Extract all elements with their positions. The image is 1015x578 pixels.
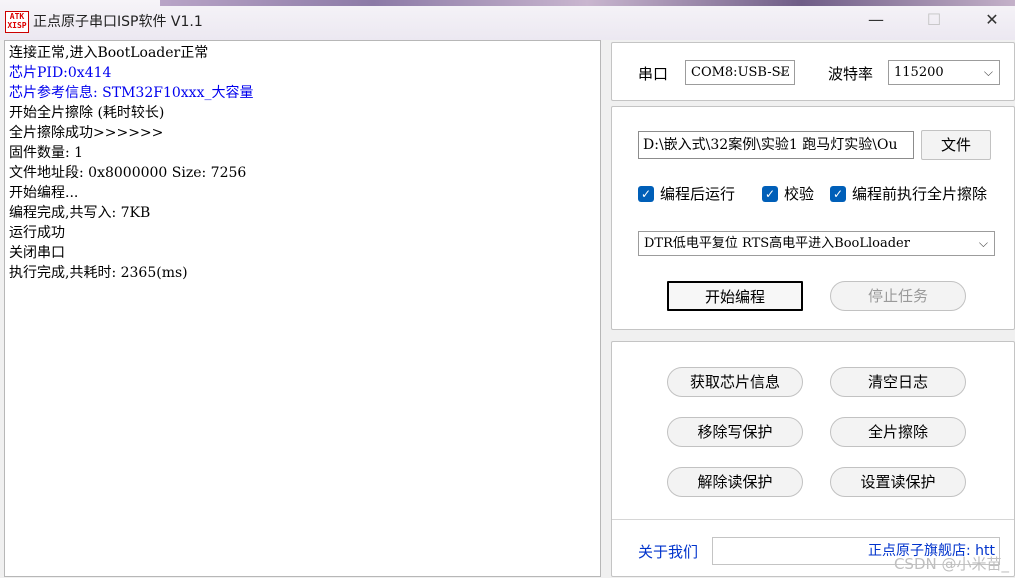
full-erase-button[interactable]: 全片擦除 bbox=[830, 417, 966, 447]
remove-read-protect-button[interactable]: 解除读保护 bbox=[667, 467, 803, 497]
set-read-protect-button[interactable]: 设置读保护 bbox=[830, 467, 966, 497]
baud-select[interactable]: 115200 ⌵ bbox=[888, 60, 1000, 85]
reset-mode-value: DTR低电平复位 RTS高电平进入BooLloader bbox=[644, 236, 910, 251]
chevron-down-icon: ⌵ bbox=[778, 65, 788, 79]
file-button[interactable]: 文件 bbox=[921, 130, 991, 160]
log-output[interactable]: 连接正常,进入BootLoader正常 芯片PID:0x414 芯片参考信息: ST… bbox=[4, 40, 601, 577]
checkmark-icon: ✓ bbox=[830, 185, 846, 202]
log-line: 开始全片擦除 (耗时较长) bbox=[9, 105, 165, 121]
clear-log-button[interactable]: 清空日志 bbox=[830, 367, 966, 397]
start-program-button[interactable]: 开始编程 bbox=[667, 281, 803, 311]
erase-before-program-label: 编程前执行全片擦除 bbox=[852, 185, 988, 203]
close-icon[interactable]: ✕ bbox=[980, 9, 1004, 31]
checkmark-icon: ✓ bbox=[638, 185, 654, 202]
title-bar-decoration bbox=[160, 0, 1015, 6]
run-after-program-checkbox[interactable]: ✓ 编程后运行 bbox=[638, 183, 735, 204]
log-line: 芯片参考信息: STM32F10xxx_大容量 bbox=[9, 85, 254, 101]
log-line: 文件地址段: 0x8000000 Size: 7256 bbox=[9, 165, 247, 181]
log-line: 连接正常,进入BootLoader正常 bbox=[9, 45, 209, 61]
port-label: 串口 bbox=[638, 65, 669, 83]
app-icon-text: ATK XISP bbox=[7, 12, 27, 30]
chevron-down-icon: ⌵ bbox=[983, 65, 993, 79]
port-value: COM8:USB-SE bbox=[691, 65, 791, 80]
csdn-watermark: CSDN @小米苗_ bbox=[893, 555, 1009, 573]
programming-group: D:\嵌入式\32案例\实验1 跑马灯实验\Ou 文件 ✓ 编程后运行 ✓ 校验… bbox=[611, 106, 1015, 330]
log-line: 运行成功 bbox=[9, 225, 65, 241]
maximize-icon: ☐ bbox=[926, 10, 942, 29]
get-chip-info-button[interactable]: 获取芯片信息 bbox=[667, 367, 803, 397]
baud-value: 115200 bbox=[894, 65, 944, 80]
log-line: 编程完成,共写入: 7KB bbox=[9, 205, 151, 221]
divider bbox=[612, 519, 1014, 520]
verify-checkbox[interactable]: ✓ 校验 bbox=[762, 183, 814, 204]
baud-label: 波特率 bbox=[828, 65, 874, 83]
log-line: 关闭串口 bbox=[9, 245, 65, 261]
chevron-down-icon: ⌵ bbox=[978, 236, 988, 250]
minimize-icon[interactable]: — bbox=[864, 9, 888, 31]
log-line: 芯片PID:0x414 bbox=[9, 65, 112, 81]
reset-mode-select[interactable]: DTR低电平复位 RTS高电平进入BooLloader ⌵ bbox=[638, 231, 995, 256]
title-bar: ATK XISP 正点原子串口ISP软件 V1.1 — ☐ ✕ bbox=[0, 0, 1015, 40]
about-us-link[interactable]: 关于我们 bbox=[638, 541, 698, 562]
log-line: 执行完成,共耗时: 2365(ms) bbox=[9, 265, 188, 281]
tools-group: 获取芯片信息 清空日志 移除写保护 全片擦除 解除读保护 设置读保护 关于我们 … bbox=[611, 341, 1015, 577]
file-path-input[interactable]: D:\嵌入式\32案例\实验1 跑马灯实验\Ou bbox=[638, 131, 914, 159]
checkmark-icon: ✓ bbox=[762, 185, 778, 202]
verify-label: 校验 bbox=[784, 185, 815, 203]
erase-before-program-checkbox[interactable]: ✓ 编程前执行全片擦除 bbox=[830, 183, 987, 204]
run-after-program-label: 编程后运行 bbox=[660, 185, 736, 203]
log-line: 全片擦除成功>>>>>> bbox=[9, 125, 164, 141]
port-select[interactable]: COM8:USB-SE ⌵ bbox=[685, 60, 795, 85]
log-line: 开始编程... bbox=[9, 185, 79, 201]
app-icon: ATK XISP bbox=[5, 11, 29, 33]
log-line: 固件数量: 1 bbox=[9, 145, 84, 161]
window-title: 正点原子串口ISP软件 V1.1 bbox=[33, 14, 203, 30]
serial-settings-group: 串口 COM8:USB-SE ⌵ 波特率 115200 ⌵ bbox=[611, 42, 1015, 101]
stop-task-button[interactable]: 停止任务 bbox=[830, 281, 966, 311]
remove-write-protect-button[interactable]: 移除写保护 bbox=[667, 417, 803, 447]
